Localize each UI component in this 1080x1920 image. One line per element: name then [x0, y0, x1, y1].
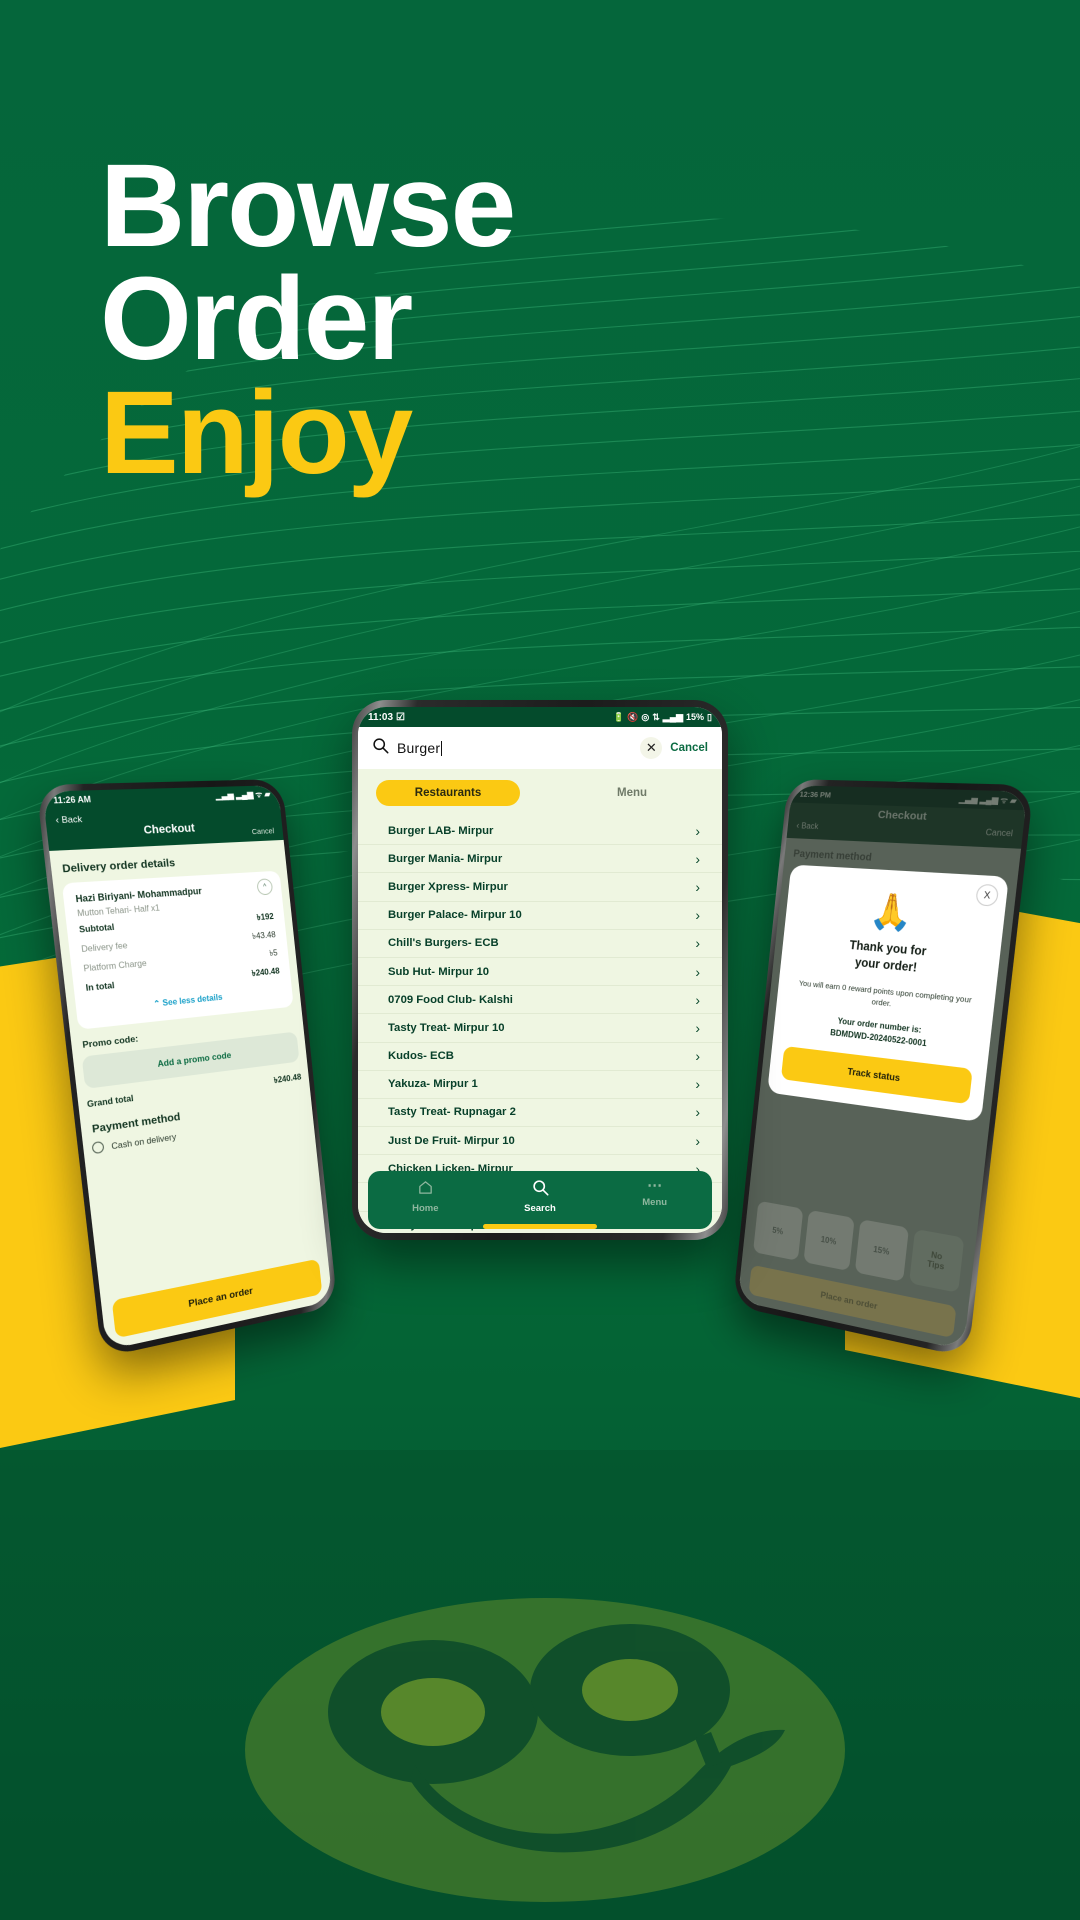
grand-total-label: Grand total	[86, 1093, 134, 1110]
row-label: In total	[85, 980, 116, 993]
search-result-label: Burger Palace- Mirpur 10	[388, 909, 522, 922]
search-icon	[372, 737, 389, 759]
chevron-right-icon: ›	[695, 963, 700, 980]
modal-title: Thank you for your order!	[848, 939, 927, 975]
status-time: 11:26 AM	[52, 794, 92, 806]
track-status-button[interactable]: Track status	[780, 1046, 973, 1105]
cancel-button[interactable]: Cancel	[251, 826, 274, 836]
search-result-row[interactable]: Sub Hut- Mirpur 10 ›	[358, 958, 722, 987]
search-screen: 11:03 ☑ 🔋 🔇 ◎ ⇅ ▂▄▆ 15% ▯ Burger ✕ Cance…	[358, 707, 722, 1233]
search-input[interactable]: Burger	[397, 740, 632, 756]
row-value: ৳240.48	[251, 966, 281, 979]
search-result-row[interactable]: Chill's Burgers- ECB ›	[358, 930, 722, 958]
search-result-label: Tasty Treat- Rupnagar 2	[388, 1106, 516, 1119]
search-result-label: Just De Fruit- Mirpur 10	[388, 1134, 515, 1147]
search-result-row[interactable]: Burger Palace- Mirpur 10 ›	[358, 902, 722, 930]
battery-percent: 15%	[686, 712, 705, 722]
row-label: Delivery fee	[80, 940, 128, 955]
radio-icon[interactable]	[91, 1140, 105, 1155]
chevron-left-icon: ‹	[54, 814, 60, 826]
order-number-block: Your order number is: BDMDWD-20240522-00…	[786, 1010, 977, 1055]
search-result-row[interactable]: Tasty Treat- Rupnagar 2 ›	[358, 1099, 722, 1128]
nav-active-indicator	[483, 1224, 597, 1229]
nav-label: Menu	[642, 1197, 668, 1208]
row-value: ৳192	[256, 911, 275, 923]
order-details-card: ^ Hazi Biriyani- Mohammadpur Mutton Teha…	[61, 870, 294, 1030]
cancel-search-button[interactable]: Cancel	[670, 742, 708, 754]
nav-item-menu[interactable]: ⋯ Menu	[597, 1177, 712, 1208]
search-result-row[interactable]: Kudos- ECB ›	[358, 1043, 722, 1071]
tab-restaurants[interactable]: Restaurants	[376, 780, 520, 806]
search-icon	[532, 1179, 549, 1199]
chevron-right-icon: ›	[695, 907, 700, 924]
bottom-navigation: Home Search ⋯ Menu	[368, 1171, 712, 1229]
close-icon[interactable]: X	[975, 883, 1000, 907]
search-result-row[interactable]: Burger Xpress- Mirpur ›	[358, 873, 722, 902]
task-check-icon: ☑	[396, 711, 405, 723]
search-result-row[interactable]: Just De Fruit- Mirpur 10 ›	[358, 1127, 722, 1156]
chevron-right-icon: ›	[695, 822, 700, 839]
chevron-right-icon: ›	[695, 1076, 700, 1093]
thank-you-modal: X 🙏 Thank you for your order! You will e…	[767, 864, 1009, 1123]
headline-line-3: Enjoy	[100, 366, 413, 499]
chevron-right-icon: ›	[695, 1048, 700, 1065]
nfc-icon: 🔋	[612, 711, 625, 722]
back-label: Back	[60, 813, 83, 826]
headline-line-1: Browse	[100, 140, 516, 272]
battery-icon: ▯	[707, 711, 712, 722]
search-result-label: Burger LAB- Mirpur	[388, 824, 494, 837]
signal-icons: ▁▃▅ ▂▄▆ ᯤ ▰	[215, 789, 271, 801]
signal-icon: ▂▄▆	[662, 711, 684, 722]
back-button[interactable]: ‹ Back	[55, 813, 83, 825]
chevron-right-icon: ›	[695, 935, 700, 952]
search-result-row[interactable]: Tasty Treat- Mirpur 10 ›	[358, 1014, 722, 1043]
search-result-row[interactable]: Burger LAB- Mirpur ›	[358, 817, 722, 846]
mute-icon: 🔇	[627, 711, 639, 722]
row-value: ৳43.48	[251, 930, 277, 942]
nav-label: Search	[524, 1203, 556, 1214]
row-label: Subtotal	[78, 922, 115, 935]
home-icon	[417, 1179, 434, 1199]
chevron-right-icon: ›	[695, 850, 700, 867]
search-result-label: Yakuza- Mirpur 1	[388, 1078, 478, 1091]
nav-label: Home	[412, 1203, 439, 1214]
chevron-right-icon: ›	[695, 878, 700, 895]
search-result-row[interactable]: Burger Mania- Mirpur ›	[358, 845, 722, 874]
chevron-right-icon: ›	[695, 991, 700, 1008]
clear-search-icon[interactable]: ✕	[640, 737, 663, 759]
row-value: ৳5	[268, 948, 279, 959]
search-result-label: Kudos- ECB	[388, 1050, 454, 1063]
grand-total-value: ৳240.48	[273, 1072, 302, 1086]
payment-option-label: Cash on delivery	[110, 1130, 177, 1151]
chevron-right-icon: ›	[695, 1019, 700, 1036]
search-result-row[interactable]: 0709 Food Club- Kalshi ›	[358, 986, 722, 1015]
search-result-label: 0709 Food Club- Kalshi	[388, 993, 513, 1006]
chevron-right-icon: ›	[695, 1104, 700, 1121]
praying-hands-icon: 🙏	[867, 891, 916, 934]
search-result-label: Chill's Burgers- ECB	[388, 937, 499, 950]
hotspot-icon: ◎	[641, 711, 650, 722]
search-result-label: Tasty Treat- Mirpur 10	[388, 1021, 505, 1034]
collapse-toggle-icon[interactable]: ^	[256, 878, 274, 896]
tab-menu[interactable]: Menu	[560, 780, 704, 806]
search-result-label: Burger Xpress- Mirpur	[388, 880, 508, 893]
headline-line-2: Order	[100, 253, 413, 386]
page-headline: Browse Order Enjoy	[100, 140, 516, 499]
search-result-row[interactable]: Yakuza- Mirpur 1 ›	[358, 1071, 722, 1099]
search-result-label: Sub Hut- Mirpur 10	[388, 965, 490, 978]
data-transfer-icon: ⇅	[652, 711, 660, 722]
dots-menu-icon: ⋯	[647, 1177, 663, 1194]
phone-mockup-center: 11:03 ☑ 🔋 🔇 ◎ ⇅ ▂▄▆ 15% ▯ Burger ✕ Cance…	[352, 700, 728, 1240]
search-result-label: Burger Mania- Mirpur	[388, 852, 503, 865]
nav-item-home[interactable]: Home	[368, 1179, 483, 1214]
search-bar: Burger ✕ Cancel	[358, 727, 722, 769]
chevron-right-icon: ›	[695, 1132, 700, 1149]
row-label: Platform Charge	[83, 958, 148, 974]
status-bar-center: 11:03 ☑ 🔋 🔇 ◎ ⇅ ▂▄▆ 15% ▯	[358, 707, 722, 727]
see-less-label: See less details	[162, 992, 223, 1008]
search-tabs: Restaurants Menu	[358, 769, 722, 817]
status-time: 11:03	[368, 711, 394, 723]
nav-item-search[interactable]: Search	[483, 1179, 598, 1214]
chili-smiley-logo	[245, 1598, 845, 1902]
